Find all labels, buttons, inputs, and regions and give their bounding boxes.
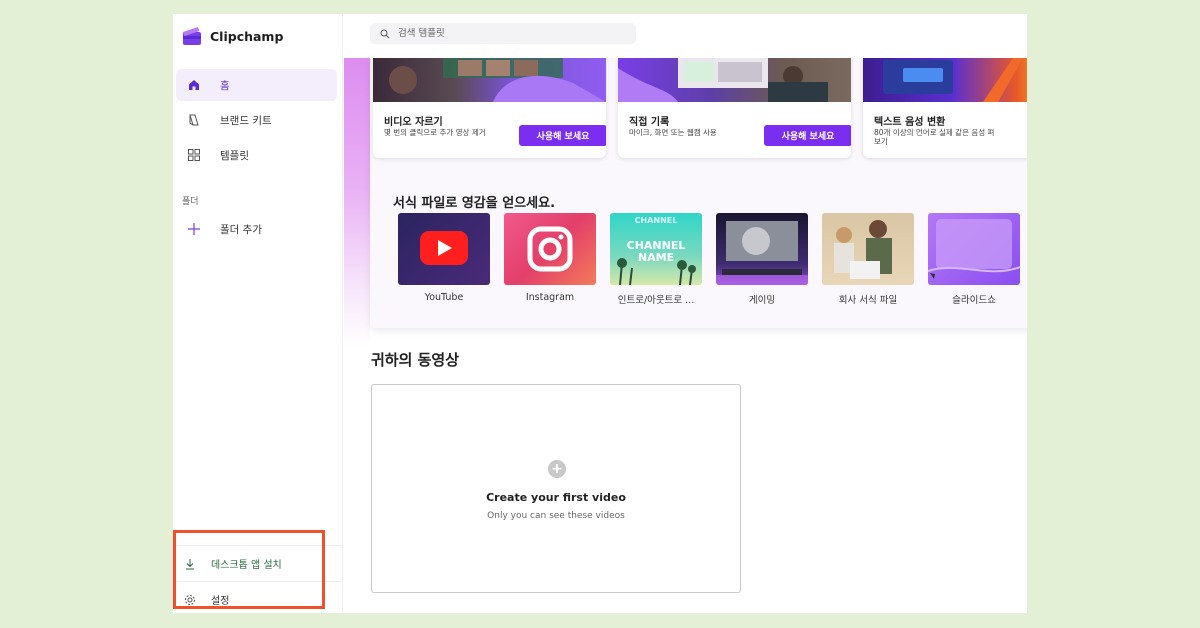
sidebar-item-label: 브랜드 키트 [220, 114, 272, 127]
sidebar-item-home[interactable]: 홈 [176, 69, 337, 101]
create-first-video-card[interactable]: + Create your first video Only you can s… [371, 384, 741, 593]
feature-card-trim[interactable]: 비디오 자르기 몇 번의 클릭으로 추가 영상 제거 사용해 보세요 [373, 58, 606, 158]
clipchamp-logo-icon [182, 26, 202, 46]
brand-kit-icon [186, 112, 202, 128]
svg-text:NAME: NAME [638, 251, 674, 264]
template-business[interactable]: 회사 서식 파일 [822, 213, 914, 313]
feature-card-text-to-speech[interactable]: 텍스트 음성 변환 80개 이상의 언어로 실제 같은 음성 펴보기 [863, 58, 1027, 158]
app-logo[interactable]: Clipchamp [182, 26, 283, 46]
template-label: 슬라이드쇼 [952, 295, 996, 306]
create-video-title: Create your first video [486, 491, 626, 504]
main-content: 비디오 자르기 몇 번의 클릭으로 추가 영상 제거 사용해 보세요 직 [344, 14, 1027, 613]
template-instagram[interactable]: Instagram [504, 213, 596, 313]
template-label: YouTube [424, 292, 464, 303]
search-icon [380, 24, 390, 43]
card-description: 마이크, 화면 또는 웹캠 사용 [629, 128, 717, 137]
sidebar-item-label: 홈 [220, 79, 230, 92]
card-description: 몇 번의 클릭으로 추가 영상 제거 [384, 128, 486, 137]
clipchamp-window: Clipchamp 홈 브랜드 키트 템플릿 폴더 폴더 추가 데스크톱 앱 설… [173, 14, 1027, 613]
template-thumbnail [716, 213, 808, 285]
sidebar-nav: 홈 브랜드 키트 템플릿 [176, 69, 337, 174]
add-folder-label: 폴더 추가 [220, 223, 262, 236]
card-thumbnail [863, 58, 1027, 102]
create-video-subtitle: Only you can see these videos [487, 511, 625, 521]
annotation-highlight-box [173, 530, 325, 609]
hero-gradient [344, 58, 370, 348]
sidebar: Clipchamp 홈 브랜드 키트 템플릿 폴더 폴더 추가 데스크톱 앱 설… [173, 14, 343, 613]
card-title: 직접 기록 [629, 117, 670, 128]
template-thumbnail: CHANNEL CHANNEL NAME [610, 213, 702, 285]
sidebar-item-label: 템플릿 [220, 149, 249, 162]
template-thumbnail [822, 213, 914, 285]
add-folder-button[interactable]: 폴더 추가 [176, 213, 337, 248]
card-title: 텍스트 음성 변환 [874, 117, 946, 128]
templates-icon [186, 147, 202, 163]
template-thumbnail [928, 213, 1020, 285]
search-box[interactable] [370, 23, 636, 44]
template-label: Instagram [525, 292, 575, 303]
template-youtube[interactable]: YouTube [398, 213, 490, 313]
template-label: 인트로/아웃트로 ... [617, 295, 695, 306]
top-bar [344, 14, 1027, 58]
sidebar-item-brand-kit[interactable]: 브랜드 키트 [176, 104, 337, 136]
template-label: 게이밍 [748, 295, 776, 306]
templates-section-title: 서식 파일로 영감을 얻으세요. [393, 196, 556, 211]
add-folder-row[interactable]: 폴더 추가 [176, 213, 337, 245]
card-description: 80개 이상의 언어로 실제 같은 음성 펴보기 [874, 128, 995, 147]
try-it-button[interactable]: 사용해 보세요 [764, 125, 851, 146]
template-slideshow[interactable]: 슬라이드쇼 [928, 213, 1020, 313]
feature-card-record[interactable]: 직접 기록 마이크, 화면 또는 웹캠 사용 사용해 보세요 [618, 58, 851, 158]
svg-text:CHANNEL: CHANNEL [635, 216, 678, 225]
sidebar-item-templates[interactable]: 템플릿 [176, 139, 337, 171]
plus-icon [186, 221, 202, 237]
template-intro-outro[interactable]: CHANNEL CHANNEL NAME 인트로/아웃트로 ... [610, 213, 702, 313]
plus-circle-icon: + [548, 460, 566, 478]
search-input[interactable] [398, 28, 618, 39]
template-label: 회사 서식 파일 [838, 295, 898, 306]
template-thumbnail [504, 213, 596, 285]
discover-panel: 비디오 자르기 몇 번의 클릭으로 추가 영상 제거 사용해 보세요 직접 기록… [370, 58, 1027, 328]
your-videos-title: 귀하의 동영상 [371, 351, 460, 369]
card-thumbnail [373, 58, 606, 102]
template-gaming[interactable]: 게이밍 [716, 213, 808, 313]
card-thumbnail [618, 58, 851, 102]
home-icon [186, 77, 202, 93]
card-title: 비디오 자르기 [384, 117, 443, 128]
app-name: Clipchamp [210, 28, 284, 44]
folder-section-label: 폴더 [182, 197, 199, 207]
template-thumbnail [398, 213, 490, 285]
try-it-button[interactable]: 사용해 보세요 [519, 125, 606, 146]
